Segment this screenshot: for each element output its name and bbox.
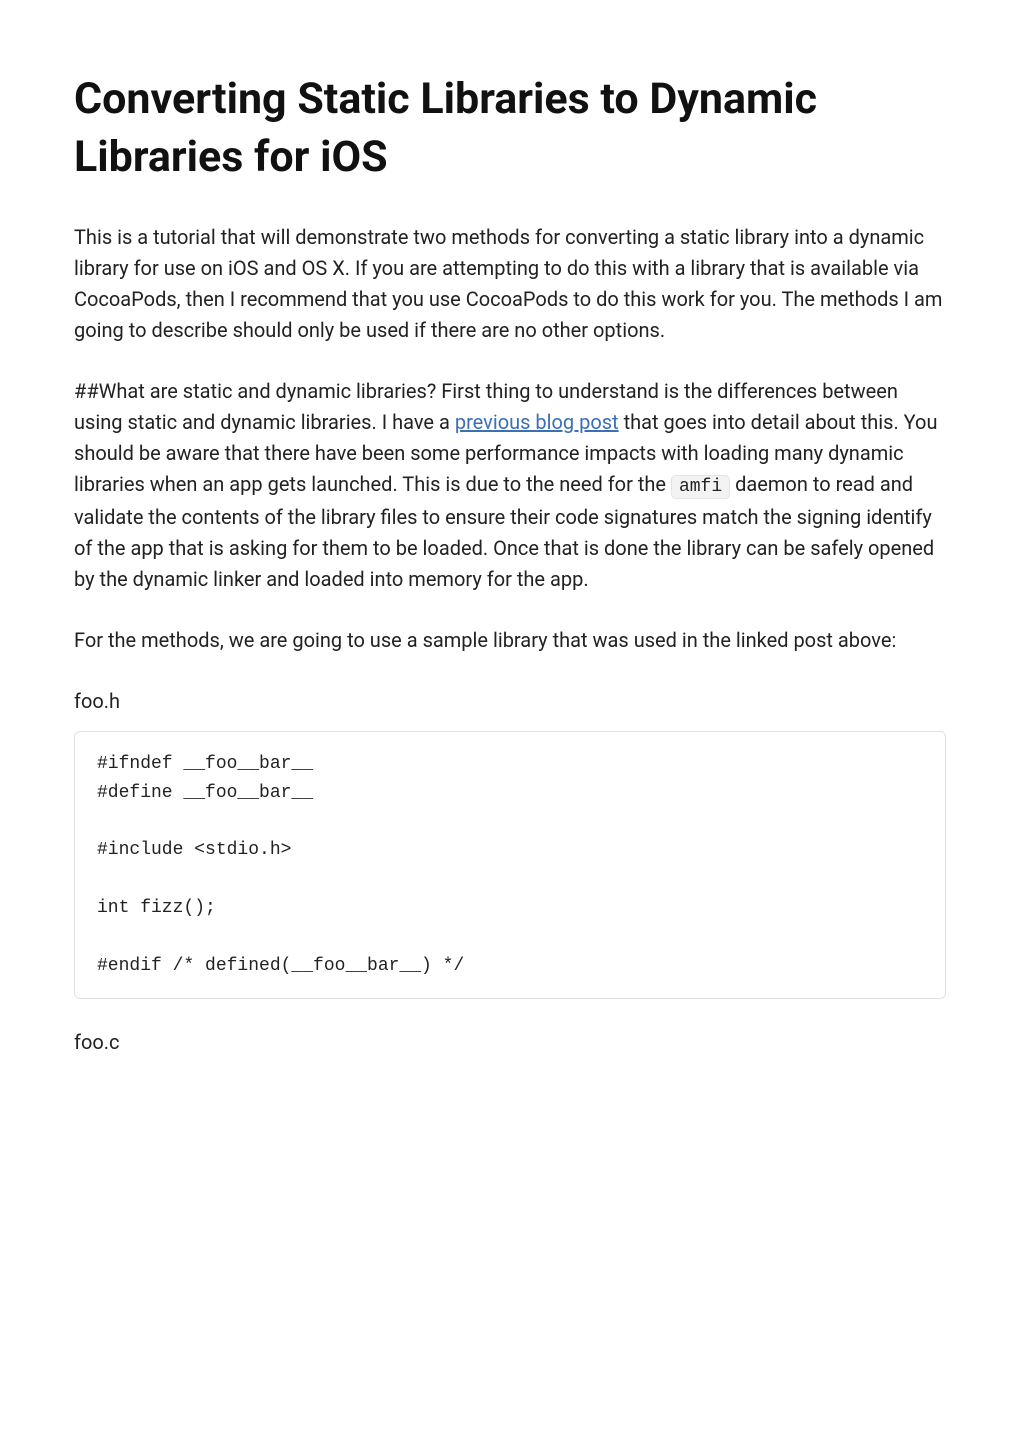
page-title: Converting Static Libraries to Dynamic L… xyxy=(74,70,946,186)
explanation-paragraph: ##What are static and dynamic libraries?… xyxy=(74,376,946,595)
inline-code-amfi: amfi xyxy=(671,475,730,499)
intro-paragraph: This is a tutorial that will demonstrate… xyxy=(74,222,946,346)
document-page: Converting Static Libraries to Dynamic L… xyxy=(0,0,1020,1441)
filename-foo-h: foo.h xyxy=(74,686,946,717)
code-block-foo-h: #ifndef __foo__bar__ #define __foo__bar_… xyxy=(74,731,946,999)
sample-intro-paragraph: For the methods, we are going to use a s… xyxy=(74,625,946,656)
previous-blog-post-link[interactable]: previous blog post xyxy=(455,410,619,434)
filename-foo-c: foo.c xyxy=(74,1027,946,1058)
